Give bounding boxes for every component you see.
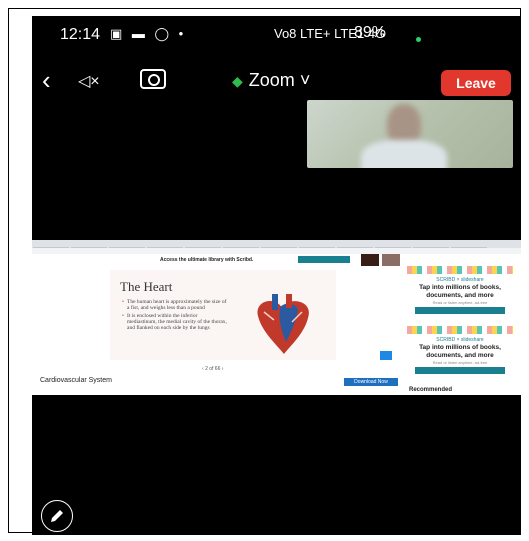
meeting-title[interactable]: ◆ Zoom ˅ — [232, 70, 310, 91]
status-time: 12:14 — [60, 26, 101, 43]
shared-screen[interactable]: Access the ultimate library with Scribd.… — [32, 240, 521, 395]
meeting-title-label: Zoom — [248, 70, 295, 90]
ad-button[interactable] — [415, 307, 505, 314]
ad-brand: SCRIBD × slideshare — [436, 337, 484, 343]
pencil-icon — [51, 510, 63, 522]
ad-headline: Tap into millions of books, documents, a… — [419, 344, 501, 359]
scribd-banner-button — [298, 256, 350, 263]
status-dot — [416, 37, 421, 42]
slide-bullet: It is enclosed within the inferior media… — [122, 313, 228, 331]
scribd-ad: SCRIBD × slideshare Tap into millions of… — [407, 326, 513, 380]
meeting-toolbar: ‹ ◁× ◆ Zoom ˅ Leave — [32, 67, 521, 96]
slide-bullet: The human heart is approximately the siz… — [122, 299, 228, 311]
presenter-thumbnail — [361, 254, 379, 266]
slide-viewer: The Heart The human heart is approximate… — [40, 266, 392, 361]
ad-subtext: Read or listen anytime, ad-free — [432, 360, 488, 365]
chevron-down-icon: ˅ — [299, 70, 311, 90]
status-bar: 12:14 ▣ ▬ ◯ • Vo8 LTE+ LTE1 4G 89% — [32, 16, 521, 56]
page-navigator: ‹ 2 of 66 › — [32, 364, 392, 374]
scribd-ad: SCRIBD × slideshare Tap into millions of… — [407, 266, 513, 320]
scroll-top-icon[interactable] — [380, 351, 392, 360]
speaker-muted-icon[interactable]: ◁× — [78, 71, 100, 91]
recommended-heading: Recommended — [409, 387, 453, 393]
heart-diagram — [257, 294, 309, 354]
ad-column: SCRIBD × slideshare Tap into millions of… — [407, 266, 519, 382]
ad-pattern — [407, 326, 513, 334]
scribd-banner: Access the ultimate library with Scribd. — [32, 255, 521, 265]
browser-address-bar — [32, 248, 521, 254]
shield-icon: ◆ — [232, 73, 243, 89]
camera-flip-icon[interactable] — [140, 69, 166, 89]
ad-brand: SCRIBD × slideshare — [436, 277, 484, 283]
slide-bullets: The human heart is approximately the siz… — [122, 299, 228, 333]
leave-button[interactable]: Leave — [441, 70, 511, 96]
battery-level: 89% — [354, 24, 387, 41]
phone-screen: 12:14 ▣ ▬ ◯ • Vo8 LTE+ LTE1 4G 89% ‹ ◁× … — [32, 16, 521, 535]
annotate-button[interactable] — [41, 500, 73, 532]
slide-title: The Heart — [120, 279, 173, 294]
page-indicator: ‹ 2 of 66 › — [202, 366, 224, 372]
ad-pattern — [407, 266, 513, 274]
participant-video[interactable] — [307, 100, 513, 168]
ad-headline: Tap into millions of books, documents, a… — [419, 284, 501, 299]
browser-tabs — [32, 240, 521, 251]
chevron-left-icon[interactable]: ‹ — [42, 67, 51, 93]
scribd-banner-text: Access the ultimate library with Scribd. — [160, 257, 254, 263]
presenter-thumbnail-2 — [382, 254, 400, 266]
participant-body — [361, 140, 447, 168]
notification-icons: ▣ ▬ ◯ • — [110, 26, 187, 41]
document-title: Cardiovascular System — [40, 377, 112, 384]
ad-button[interactable] — [415, 367, 505, 374]
slide: The Heart The human heart is approximate… — [110, 270, 336, 360]
ad-subtext: Read or listen anytime, ad-free — [432, 300, 488, 305]
download-button[interactable]: Download Now — [344, 378, 398, 386]
